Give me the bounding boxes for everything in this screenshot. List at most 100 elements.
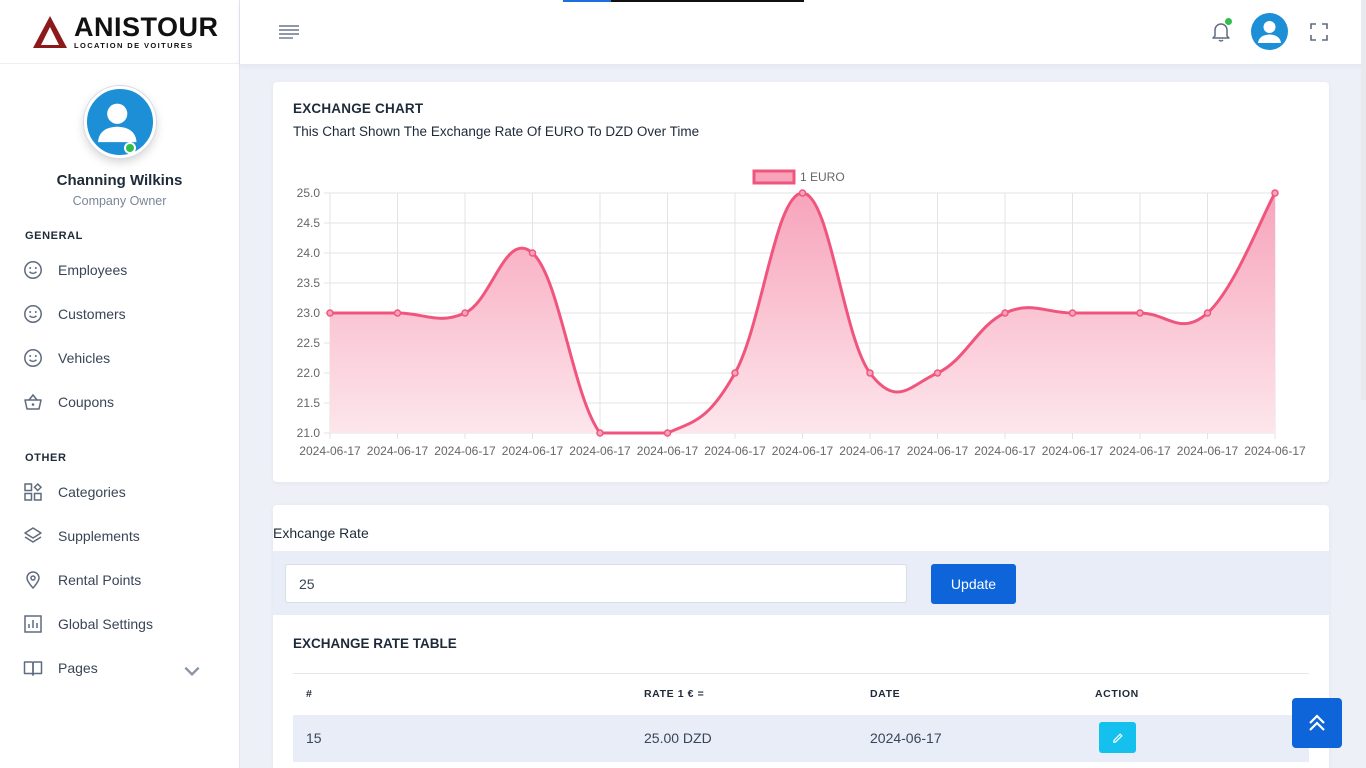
exchange-rate-chart: 21.0 21.5 22.0 22.5 23.0 23.5 24.0 24.5 25.0 2024… (297, 169, 1306, 458)
user-avatar[interactable] (1251, 13, 1288, 50)
section-title-general: GENERAL (25, 230, 83, 242)
basket-icon (24, 393, 42, 410)
table-cell-date: 2024-06-17 (870, 730, 942, 746)
table-cell-id: 15 (306, 730, 322, 746)
legend-swatch (752, 169, 796, 185)
sidebar-item-global-settings[interactable]: Global Settings (0, 602, 239, 646)
smiley-icon (24, 261, 42, 279)
data-point[interactable] (461, 309, 469, 317)
table-cell-rate: 25.00 DZD (644, 730, 712, 746)
data-point[interactable] (798, 189, 807, 197)
sidebar-item-pages[interactable]: Pages (0, 646, 239, 690)
topbar (240, 0, 1366, 64)
y-tick-label: 21.5 (297, 396, 321, 410)
edit-button[interactable] (1099, 722, 1136, 753)
update-button[interactable]: Update (931, 564, 1016, 604)
exchange-rate-form: Update (273, 551, 1329, 615)
table-row: 15 25.00 DZD 2024-06-17 (293, 715, 1309, 762)
x-tick-label: 2024-06-17 (637, 444, 699, 458)
sidebar-item-categories[interactable]: Categories (0, 470, 239, 514)
data-point[interactable] (326, 309, 334, 317)
profile-name: Channing Wilkins (56, 172, 183, 189)
x-tick-label: 2024-06-17 (502, 444, 564, 458)
table-header-id: # (306, 688, 313, 700)
layers-icon (24, 527, 42, 543)
avatar[interactable] (83, 86, 156, 158)
data-point[interactable] (1001, 309, 1009, 317)
sidebar-item-label: Employees (58, 262, 128, 278)
x-tick-label: 2024-06-17 (907, 444, 969, 458)
x-tick-label: 2024-06-17 (1042, 444, 1104, 458)
sidebar-item-rental-points[interactable]: Rental Points (0, 558, 239, 602)
table-divider (293, 673, 1309, 674)
scroll-to-top-button[interactable] (1292, 698, 1342, 748)
sidebar-item-label: Vehicles (58, 350, 111, 366)
sidebar-item-label: Customers (58, 306, 126, 322)
bar-chart-icon (24, 615, 42, 633)
exchange-rate-input[interactable] (285, 564, 907, 603)
x-tick-label: 2024-06-17 (1177, 444, 1239, 458)
sidebar-item-label: Rental Points (58, 572, 142, 588)
menu-toggle-icon[interactable] (278, 22, 300, 42)
chevron-down-icon (184, 666, 200, 676)
online-status-indicator (124, 142, 136, 154)
y-tick-label: 22.5 (297, 336, 321, 350)
data-point[interactable] (663, 429, 672, 437)
x-tick-label: 2024-06-17 (434, 444, 496, 458)
x-tick-label: 2024-06-17 (772, 444, 834, 458)
sidebar-item-label: Pages (58, 660, 98, 676)
brand-name: ANISTOUR (74, 11, 219, 42)
double-chevron-up-icon (1309, 714, 1325, 731)
y-tick-label: 25.0 (297, 186, 321, 200)
data-point[interactable] (731, 369, 739, 377)
x-tick-label: 2024-06-17 (704, 444, 766, 458)
legend-label: 1 EURO (800, 170, 845, 184)
sidebar: ANISTOUR LOCATION DE VOITURES Channing W… (0, 0, 240, 768)
section-title-other: OTHER (25, 452, 67, 464)
brand-logo[interactable]: ANISTOUR LOCATION DE VOITURES (0, 0, 239, 64)
user-profile: Channing Wilkins Company Owner (0, 64, 239, 208)
exchange-chart-card: EXCHANGE CHART This Chart Shown The Exch… (273, 82, 1329, 482)
y-tick-label: 22.0 (297, 366, 321, 380)
sidebar-item-coupons[interactable]: Coupons (0, 380, 239, 424)
chart-legend[interactable]: 1 EURO (752, 169, 845, 185)
map-pin-icon (26, 571, 40, 590)
notification-badge (1224, 17, 1233, 26)
data-point[interactable] (528, 249, 537, 257)
logo-mark-icon (33, 15, 67, 48)
data-point[interactable] (1203, 309, 1212, 317)
data-point[interactable] (933, 369, 942, 377)
x-tick-label: 2024-06-17 (1244, 444, 1306, 458)
table-header-rate: RATE 1 € = (644, 688, 705, 700)
fullscreen-icon[interactable] (1310, 23, 1328, 41)
data-point[interactable] (866, 369, 874, 377)
data-point[interactable] (1068, 309, 1077, 317)
pencil-icon (1112, 733, 1122, 743)
user-icon (1258, 21, 1281, 43)
x-tick-label: 2024-06-17 (1109, 444, 1171, 458)
user-icon (97, 103, 136, 143)
data-point[interactable] (393, 309, 402, 317)
y-tick-label: 21.0 (297, 426, 321, 440)
book-icon (23, 661, 43, 676)
x-tick-label: 2024-06-17 (569, 444, 631, 458)
sidebar-item-label: Supplements (58, 528, 140, 544)
y-tick-label: 24.0 (297, 246, 321, 260)
data-point[interactable] (596, 429, 604, 437)
y-tick-label: 23.5 (297, 276, 321, 290)
brand-tagline: LOCATION DE VOITURES (74, 40, 194, 50)
sidebar-item-supplements[interactable]: Supplements (0, 514, 239, 558)
data-point[interactable] (1271, 189, 1279, 197)
x-tick-label: 2024-06-17 (974, 444, 1036, 458)
sidebar-item-customers[interactable]: Customers (0, 292, 239, 336)
page-scrollbar[interactable] (1361, 0, 1366, 400)
y-tick-label: 24.5 (297, 216, 321, 230)
sidebar-item-label: Global Settings (58, 616, 153, 632)
x-tick-label: 2024-06-17 (367, 444, 429, 458)
y-tick-label: 23.0 (297, 306, 321, 320)
data-point[interactable] (1136, 309, 1144, 317)
sidebar-item-label: Coupons (58, 394, 115, 410)
sidebar-item-vehicles[interactable]: Vehicles (0, 336, 239, 380)
sidebar-item-employees[interactable]: Employees (0, 248, 239, 292)
exchange-rate-card: Exhcange Rate Update EXCHANGE RATE TABLE… (273, 505, 1329, 768)
